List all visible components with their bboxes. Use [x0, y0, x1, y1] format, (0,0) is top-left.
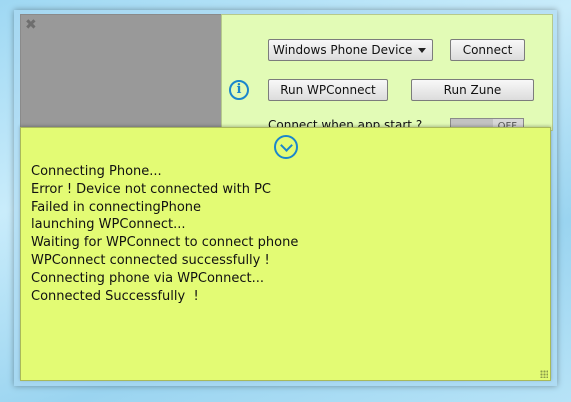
- control-panel: Windows Phone Device Connect i Run WPCon…: [221, 14, 553, 136]
- device-select-value: Windows Phone Device: [273, 43, 413, 57]
- phone-preview-pane: ✖: [20, 14, 223, 131]
- log-line: Error ! Device not connected with PC: [31, 181, 272, 197]
- info-icon[interactable]: i: [229, 80, 249, 100]
- log-line: Failed in connectingPhone: [31, 199, 202, 215]
- resize-grip-icon[interactable]: [540, 370, 548, 378]
- log-line: Connecting Phone...: [31, 164, 162, 179]
- chevron-down-circle-icon[interactable]: [274, 135, 298, 159]
- log-line: Waiting for WPConnect to connect phone: [31, 235, 299, 251]
- close-icon[interactable]: ✖: [25, 18, 39, 32]
- log-panel: Connecting Phone... Error ! Device not c…: [20, 127, 551, 381]
- log-line: launching WPConnect...: [31, 217, 186, 233]
- log-line: Connected Successfully !: [31, 288, 199, 304]
- chevron-down-icon: [418, 48, 426, 53]
- log-line: WPConnect connected successfully !: [31, 252, 270, 268]
- run-wpconnect-button[interactable]: Run WPConnect: [268, 79, 388, 101]
- log-line: Connecting phone via WPConnect...: [31, 270, 265, 286]
- log-list: Connecting Phone... Error ! Device not c…: [31, 163, 298, 305]
- device-select[interactable]: Windows Phone Device: [268, 39, 433, 61]
- connect-button[interactable]: Connect: [450, 39, 525, 61]
- run-zune-button[interactable]: Run Zune: [411, 79, 534, 101]
